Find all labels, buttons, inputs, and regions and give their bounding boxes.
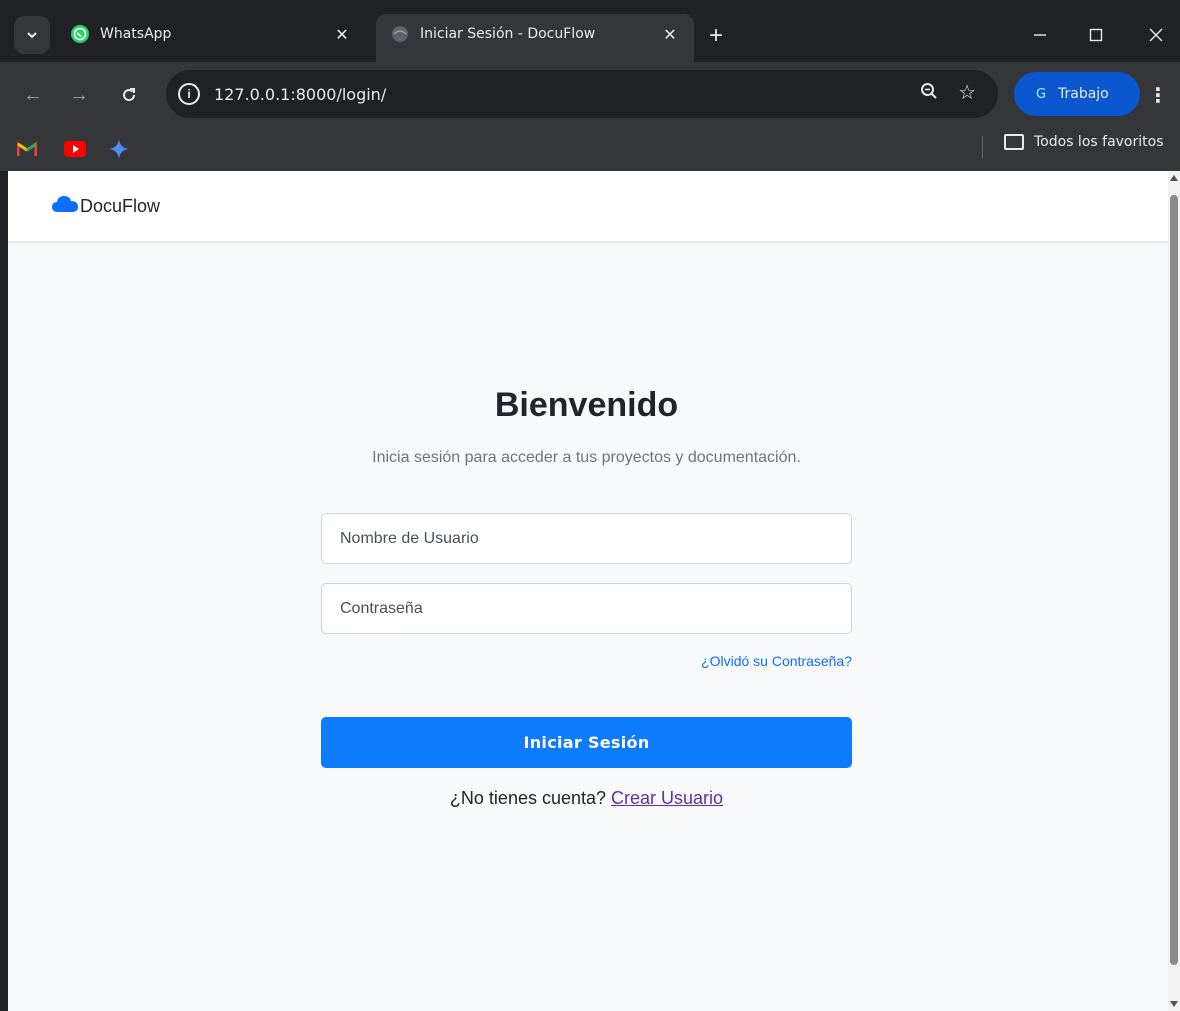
browser-menu-button[interactable]: ⋮ [1148,82,1168,108]
page-scrollbar[interactable] [1168,171,1180,1011]
login-card: Bienvenido Inicia sesión para acceder a … [321,386,852,809]
address-bar[interactable]: i 127.0.0.1:8000/login/ ☆ [166,70,998,118]
bookmarks-separator [982,136,983,158]
forgot-password-link[interactable]: ¿Olvidó su Contraseña? [321,653,852,669]
new-tab-button[interactable]: + [702,22,730,50]
cloud-icon [52,195,78,218]
username-input[interactable] [321,513,852,564]
scroll-up-arrow-icon[interactable] [1170,175,1178,181]
brand-link[interactable]: DocuFlow [52,195,160,218]
tab-title: WhatsApp [100,26,172,42]
no-account-text: ¿No tienes cuenta? [449,788,607,808]
arrow-left-icon: ← [23,83,43,106]
chevron-down-icon [27,32,37,39]
bookmarks-bar: Todos los favoritos [0,128,1180,171]
scrollbar-thumb[interactable] [1170,195,1178,965]
url-text[interactable]: 127.0.0.1:8000/login/ [214,85,386,104]
login-button[interactable]: Iniciar Sesión [321,717,852,768]
site-info-icon[interactable]: i [178,83,200,105]
gmail-icon[interactable] [16,138,38,160]
close-window-button[interactable] [1134,20,1178,50]
minimize-button[interactable] [1018,20,1062,50]
brand-name: DocuFlow [80,195,161,216]
maximize-icon [1089,28,1103,42]
signup-prompt: ¿No tienes cuenta? Crear Usuario [321,788,852,809]
whatsapp-icon [70,24,90,44]
gemini-icon[interactable] [108,138,130,160]
bookmark-star-icon[interactable]: ☆ [958,80,976,105]
tab-search-button[interactable] [14,16,50,54]
zoom-icon[interactable] [920,82,938,105]
scroll-down-arrow-icon[interactable] [1170,1001,1178,1007]
youtube-icon[interactable] [64,138,86,160]
create-user-link[interactable]: Crear Usuario [611,788,723,808]
window-edge [0,171,8,1011]
forward-button[interactable]: → [64,80,94,110]
password-input[interactable] [321,583,852,634]
all-bookmarks-label: Todos los favoritos [1034,134,1164,150]
profile-name: Trabajo [1058,86,1109,102]
browser-toolbar: ← → i 127.0.0.1:8000/login/ ☆ G Trabajo … [0,62,1180,128]
arrow-right-icon: → [69,83,89,106]
back-button[interactable]: ← [18,80,48,110]
maximize-button[interactable] [1074,20,1118,50]
all-bookmarks-button[interactable]: Todos los favoritos [1004,134,1164,150]
close-icon[interactable]: ✕ [332,24,352,44]
reload-button[interactable] [114,80,144,110]
site-navbar: DocuFlow [8,171,1168,242]
more-vertical-icon: ⋮ [1148,84,1168,107]
close-icon [1149,28,1163,42]
profile-avatar: G [1035,86,1047,102]
login-subtitle: Inicia sesión para acceder a tus proyect… [372,449,801,466]
page-viewport: DocuFlow Bienvenido Inicia sesión para a… [8,171,1168,1011]
reload-icon [123,88,136,102]
tab-whatsapp[interactable]: WhatsApp ✕ [56,14,366,62]
page-title: Bienvenido [494,386,679,424]
folder-icon [1004,134,1024,150]
profile-chip[interactable]: G Trabajo [1014,72,1140,116]
close-icon[interactable]: ✕ [660,24,680,44]
tab-title: Iniciar Sesión - DocuFlow [420,26,596,42]
tab-strip: WhatsApp ✕ Iniciar Sesión - DocuFlow ✕ + [0,0,1180,62]
minimize-icon [1034,34,1046,36]
tab-login[interactable]: Iniciar Sesión - DocuFlow ✕ [376,14,694,62]
globe-icon [390,24,410,44]
